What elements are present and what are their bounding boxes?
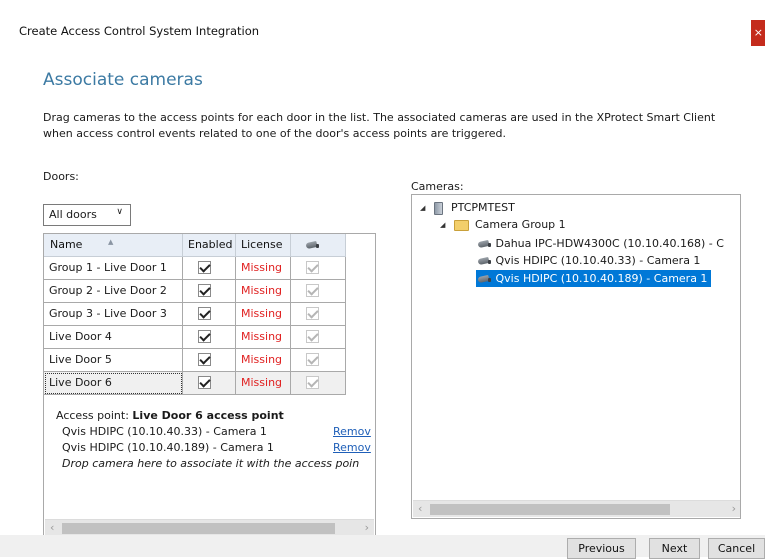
license-status: Missing <box>236 349 291 372</box>
table-row[interactable]: Live Door 4 Missing <box>44 326 346 349</box>
scrollbar-thumb[interactable] <box>62 523 335 534</box>
camera-icon <box>476 256 492 266</box>
column-header-camera[interactable] <box>291 234 346 257</box>
camera-checkbox <box>306 283 319 297</box>
camera-checkbox <box>306 329 319 343</box>
camera-icon <box>304 240 320 250</box>
associated-camera: Qvis HDIPC (10.10.40.33) - Camera 1 <box>62 425 267 438</box>
camera-checkbox <box>306 260 319 274</box>
license-status: Missing <box>236 372 291 395</box>
associated-camera: Qvis HDIPC (10.10.40.189) - Camera 1 <box>62 441 274 454</box>
previous-button[interactable]: Previous <box>567 538 636 559</box>
expanded-arrow-icon[interactable]: ◢ <box>420 200 430 217</box>
cameras-horizontal-scrollbar[interactable]: ‹ › <box>413 500 740 517</box>
enabled-checkbox[interactable] <box>198 329 211 343</box>
cancel-button[interactable]: Cancel <box>708 538 765 559</box>
scroll-right-icon[interactable]: › <box>732 502 736 515</box>
expanded-arrow-icon[interactable]: ◢ <box>440 217 450 234</box>
doors-grid[interactable]: ▲ Name Enabled License Group 1 - Live Do… <box>43 233 376 538</box>
enabled-checkbox[interactable] <box>198 306 211 320</box>
column-header-license[interactable]: License <box>236 234 291 257</box>
remove-camera-link[interactable]: Remov <box>333 424 371 440</box>
license-status: Missing <box>236 326 291 349</box>
camera-icon <box>476 274 492 284</box>
chevron-down-icon: ∨ <box>116 207 123 217</box>
door-name: Live Door 4 <box>44 326 183 349</box>
title-bar: Create Access Control System Integration… <box>0 0 765 62</box>
door-name: Group 2 - Live Door 2 <box>44 280 183 303</box>
folder-icon <box>453 219 469 231</box>
table-row[interactable]: Group 2 - Live Door 2 Missing <box>44 280 346 303</box>
enabled-checkbox[interactable] <box>198 260 211 274</box>
column-header-name[interactable]: ▲ Name <box>44 234 183 257</box>
scrollbar-thumb[interactable] <box>430 504 670 515</box>
next-button[interactable]: Next <box>649 538 700 559</box>
license-status: Missing <box>236 280 291 303</box>
tree-node-server[interactable]: ◢ PTCPMTEST <box>420 199 515 216</box>
close-icon[interactable]: × <box>754 26 763 39</box>
tree-node-camera[interactable]: Dahua IPC-HDW4300C (10.10.40.168) - C <box>476 235 724 252</box>
door-name: Group 3 - Live Door 3 <box>44 303 183 326</box>
sort-ascending-icon: ▲ <box>108 238 114 246</box>
table-row[interactable]: Group 3 - Live Door 3 Missing <box>44 303 346 326</box>
license-status: Missing <box>236 303 291 326</box>
cameras-tree[interactable]: ◢ PTCPMTEST ◢ Camera Group 1 Dahua IPC-H… <box>411 194 741 519</box>
enabled-checkbox[interactable] <box>198 283 211 297</box>
enabled-checkbox[interactable] <box>198 375 211 389</box>
drop-hint: Drop camera here to associate it with th… <box>62 457 360 470</box>
tree-node-camera-selected[interactable]: Qvis HDIPC (10.10.40.189) - Camera 1 <box>476 270 712 287</box>
camera-checkbox <box>306 352 319 366</box>
camera-checkbox <box>306 306 319 320</box>
access-point-heading: Access point: Live Door 6 access point <box>56 409 284 422</box>
tree-node-camera[interactable]: Qvis HDIPC (10.10.40.33) - Camera 1 <box>476 252 700 269</box>
access-point-name: Live Door 6 access point <box>132 409 284 422</box>
window-title: Create Access Control System Integration <box>19 24 260 38</box>
camera-checkbox <box>306 375 319 389</box>
table-row[interactable]: Group 1 - Live Door 1 Missing <box>44 257 346 280</box>
license-status: Missing <box>236 257 291 280</box>
enabled-checkbox[interactable] <box>198 352 211 366</box>
tree-node-group[interactable]: ◢ Camera Group 1 <box>440 216 566 233</box>
column-header-enabled[interactable]: Enabled <box>183 234 236 257</box>
grid-header: ▲ Name Enabled License <box>44 234 346 257</box>
scroll-left-icon[interactable]: ‹ <box>50 521 54 534</box>
camera-icon <box>476 239 492 249</box>
page-description: Drag cameras to the access points for ea… <box>43 111 716 140</box>
table-row-selected[interactable]: Live Door 6 Missing <box>44 372 346 395</box>
doors-filter-value: All doors <box>49 208 97 221</box>
door-name: Live Door 6 <box>44 372 183 395</box>
scroll-right-icon[interactable]: › <box>365 521 369 534</box>
access-point-panel[interactable]: Access point: Live Door 6 access point Q… <box>44 404 375 496</box>
door-name: Group 1 - Live Door 1 <box>44 257 183 280</box>
table-row[interactable]: Live Door 5 Missing <box>44 349 346 372</box>
remove-camera-link[interactable]: Remov <box>333 440 371 456</box>
page-heading: Associate cameras <box>43 70 203 90</box>
scroll-left-icon[interactable]: ‹ <box>418 502 422 515</box>
doors-horizontal-scrollbar[interactable]: ‹ › <box>45 519 374 536</box>
close-button[interactable]: × <box>751 20 765 46</box>
doors-label: Doors: <box>43 170 79 183</box>
doors-filter-dropdown[interactable]: All doors ∨ <box>43 204 131 226</box>
door-name: Live Door 5 <box>44 349 183 372</box>
cameras-label: Cameras: <box>411 180 464 193</box>
server-icon <box>433 201 443 215</box>
